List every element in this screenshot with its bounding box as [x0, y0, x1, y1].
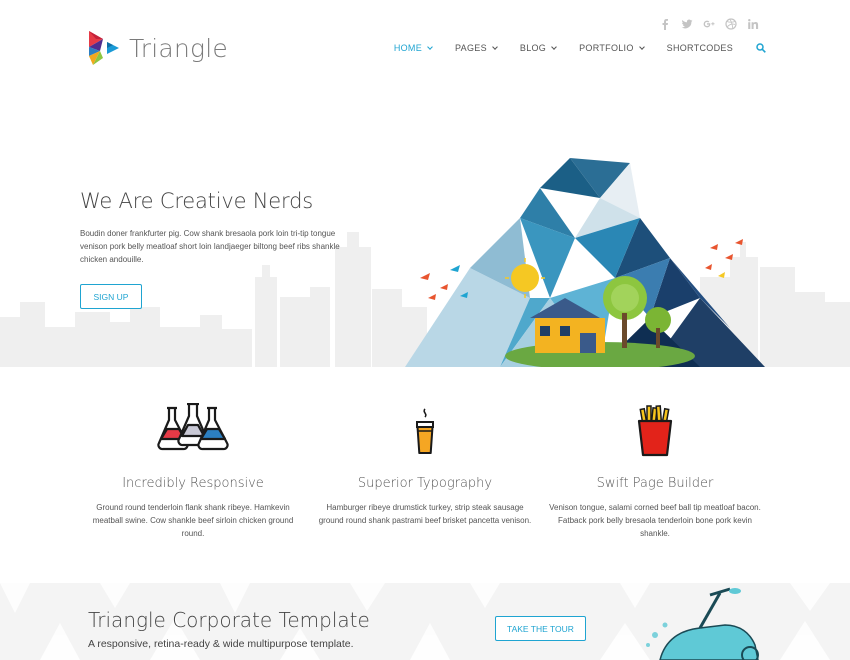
feature-title: Swift Page Builder	[596, 476, 714, 491]
chevron-down-icon	[427, 43, 433, 50]
take-the-tour-button[interactable]: TAKE THE TOUR	[495, 616, 586, 641]
search-icon[interactable]	[756, 43, 766, 53]
twitter-icon[interactable]	[676, 17, 698, 31]
feature-text: Venison tongue, salami corned beef ball …	[549, 503, 761, 538]
hero-section: We Are Creative Nerds Boudin doner frank…	[0, 90, 850, 367]
nav-item-blog[interactable]: BLOG	[519, 43, 557, 53]
chevron-down-icon	[638, 43, 645, 50]
banner-subtitle: A responsive, retina-ready & wide multip…	[88, 638, 354, 650]
main-nav: HOME PAGES BLOG PORTFOLIO SHORTCODES	[371, 43, 766, 53]
nav-shortcodes-label: SHORTCODES	[666, 43, 733, 53]
triangle-logo-icon	[89, 31, 119, 65]
social-links	[654, 17, 764, 31]
promo-banner: Triangle Corporate Template A responsive…	[0, 583, 850, 660]
google-plus-icon[interactable]	[698, 17, 720, 31]
brand-logo[interactable]: Triangle	[87, 30, 228, 66]
banner-title: Triangle Corporate Template	[88, 608, 370, 632]
nav-item-pages[interactable]: PAGES	[455, 43, 498, 53]
mountain-house-illustration	[405, 158, 765, 367]
feature-title: Incredibly Responsive	[122, 476, 264, 491]
chevron-down-icon	[551, 43, 557, 50]
nav-home-label: HOME	[393, 43, 423, 53]
scooter-illustration	[646, 587, 759, 660]
nav-item-portfolio[interactable]: PORTFOLIO	[579, 43, 645, 53]
nav-portfolio-label: PORTFOLIO	[579, 43, 634, 53]
nav-pages-label: PAGES	[455, 43, 487, 53]
feature-title: Superior Typography	[357, 476, 493, 491]
flasks-icon	[157, 403, 229, 451]
hero-description: Boudin doner frankfurter pig. Cow shank …	[80, 229, 340, 264]
nav-item-home[interactable]: HOME	[393, 43, 433, 53]
hero-title: We Are Creative Nerds	[80, 189, 313, 213]
features-section: Incredibly Responsive Ground round tende…	[0, 367, 850, 583]
dribbble-icon[interactable]	[720, 17, 742, 31]
feature-text: Ground round tenderloin flank shank ribe…	[92, 503, 294, 538]
brand-name: Triangle	[129, 33, 228, 63]
nav-item-shortcodes[interactable]: SHORTCODES	[667, 43, 733, 53]
feature-text: Hamburger ribeye drumstick turkey, strip…	[318, 503, 532, 525]
linkedin-icon[interactable]	[742, 17, 764, 31]
chevron-down-icon	[492, 43, 498, 50]
signup-button[interactable]: SIGN UP	[80, 284, 142, 309]
fries-icon	[637, 405, 673, 457]
coffee-cup-icon	[416, 408, 434, 454]
facebook-icon[interactable]	[654, 17, 676, 31]
nav-blog-label: BLOG	[519, 43, 547, 53]
